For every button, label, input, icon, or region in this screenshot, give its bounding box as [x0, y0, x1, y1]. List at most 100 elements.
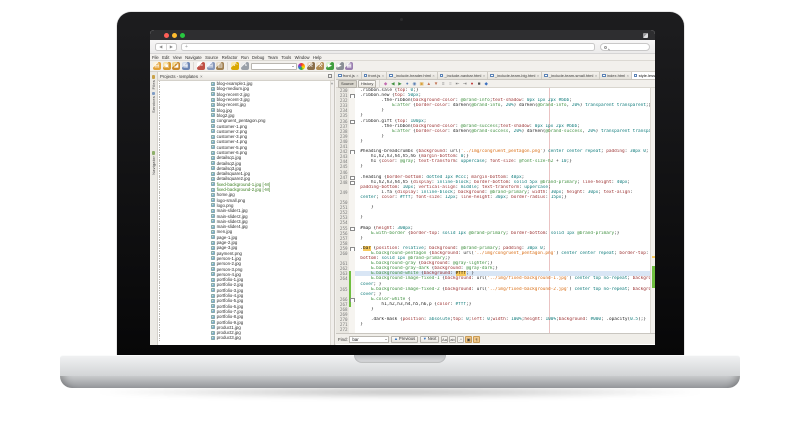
vcs-mark: [652, 266, 655, 288]
view-button-source[interactable]: Source: [338, 80, 357, 88]
close-tab-icon[interactable]: ×: [483, 73, 485, 78]
tree-item-label: person-1.jpg: [217, 256, 241, 261]
editor-tab-bar: front.js×front.js×_include-header.html×_…: [336, 72, 655, 80]
uncomment-icon[interactable]: ≡: [447, 81, 453, 87]
project-config-combobox[interactable]: [251, 63, 297, 70]
indent-right-icon[interactable]: ⇥: [462, 81, 468, 87]
start-macro-icon[interactable]: ●: [469, 81, 475, 87]
menu-tools[interactable]: Tools: [281, 55, 291, 60]
image-file-icon: [211, 135, 215, 139]
file-icon: [440, 74, 444, 78]
undo-icon[interactable]: ↶: [231, 62, 239, 70]
image-file-icon: [211, 82, 215, 86]
close-panel-icon[interactable]: ×: [200, 74, 203, 79]
view-button-history[interactable]: History: [358, 80, 376, 88]
find-option-toggle[interactable]: Aa: [441, 336, 448, 343]
find-option-toggle[interactable]: ¶: [473, 336, 480, 343]
back-button[interactable]: ◀: [156, 44, 167, 50]
open-project-icon[interactable]: ◪: [172, 62, 180, 70]
menu-edit[interactable]: Edit: [162, 55, 169, 60]
menu-refactor[interactable]: Refactor: [222, 55, 238, 60]
menu-run[interactable]: Run: [241, 55, 249, 60]
tree-item[interactable]: product3.jpg: [159, 335, 331, 340]
dock-tab-services[interactable]: Services: [150, 92, 157, 113]
build-project-icon[interactable]: ⚒: [307, 62, 315, 70]
image-file-icon: [211, 108, 215, 112]
back-icon[interactable]: ◀: [390, 81, 396, 87]
zoom-window-button[interactable]: [180, 33, 185, 38]
dock-tab-navigator[interactable]: Navigator: [150, 151, 157, 174]
forward-icon[interactable]: ▶: [397, 81, 403, 87]
code-area[interactable]: 230 .ribbon.sale {top: 0;}231 .ribbon.ne…: [336, 88, 655, 333]
last-edit-icon[interactable]: ◆: [383, 81, 389, 87]
close-window-button[interactable]: [164, 33, 169, 38]
menu-debug[interactable]: Debug: [252, 55, 264, 60]
scroll-up-icon[interactable]: [331, 81, 333, 84]
tree-scrollbar[interactable]: [330, 81, 335, 345]
previous-occurrence-icon[interactable]: ▲: [426, 81, 432, 87]
browser-toolbar: ◀ ▶ +: [150, 40, 655, 54]
editor-tab[interactable]: _include-navbar.html×: [438, 72, 488, 79]
paste-icon[interactable]: ▥: [216, 62, 224, 70]
editor-tab[interactable]: _include-team-big.html×: [488, 72, 542, 79]
find-query-combobox[interactable]: bar: [349, 336, 389, 343]
find-next-button[interactable]: ▼ Next: [420, 336, 440, 343]
menu-source[interactable]: Source: [205, 55, 218, 60]
close-tab-icon[interactable]: ×: [537, 73, 539, 78]
close-tab-icon[interactable]: ×: [356, 73, 358, 78]
workspace: FilesServicesNavigator Projects - templa…: [150, 72, 655, 345]
next-occurrence-icon[interactable]: ▼: [433, 81, 439, 87]
image-file-icon: [211, 177, 215, 181]
minimize-panel-icon[interactable]: [328, 74, 332, 78]
tree-item-label: person-3.png: [217, 267, 243, 272]
address-bar[interactable]: +: [181, 43, 595, 51]
profile-project-icon[interactable]: ▦: [345, 62, 353, 70]
close-tab-icon[interactable]: ×: [595, 73, 597, 78]
editor-tab[interactable]: front.js×: [362, 72, 388, 79]
tree-item-label: men.jpg: [217, 229, 233, 234]
find-previous-button[interactable]: ▲ Previous: [391, 336, 418, 343]
menu-help[interactable]: Help: [313, 55, 322, 60]
indent-left-icon[interactable]: ⇤: [455, 81, 461, 87]
search-field[interactable]: [600, 43, 650, 51]
up-arrow-icon: ▲: [394, 336, 398, 342]
editor-tab[interactable]: index.html×: [600, 72, 632, 79]
save-all-icon[interactable]: ▦: [182, 62, 190, 70]
forward-button[interactable]: ▶: [167, 44, 177, 50]
run-config-icon[interactable]: [298, 63, 305, 70]
new-file-icon[interactable]: ▤: [153, 62, 161, 70]
stop-macro-icon[interactable]: ■: [476, 81, 482, 87]
new-project-icon[interactable]: ▣: [163, 62, 171, 70]
cut-icon[interactable]: ✂: [197, 62, 205, 70]
bookmark-icon[interactable]: ◆: [483, 81, 489, 87]
redo-icon[interactable]: ↷: [241, 62, 249, 70]
project-file-tree[interactable]: blog-example1.jpgblog-medium.jpgblog-rec…: [158, 81, 331, 345]
menu-file[interactable]: File: [152, 55, 159, 60]
find-option-toggle[interactable]: ▣: [465, 336, 472, 343]
find-option-toggle[interactable]: ab: [449, 336, 456, 343]
debug-project-icon[interactable]: ▶: [336, 62, 344, 70]
image-file-icon: [211, 87, 215, 91]
find-option-toggle[interactable]: .*: [457, 336, 464, 343]
menu-team[interactable]: Team: [268, 55, 278, 60]
highlight-icon[interactable]: ▣: [419, 81, 425, 87]
find-selection-icon[interactable]: ◉: [411, 81, 417, 87]
editor-tab[interactable]: style.less×: [632, 72, 655, 79]
editor-tab[interactable]: front.js×: [336, 72, 362, 79]
close-tab-icon[interactable]: ×: [432, 73, 434, 78]
menu-view[interactable]: View: [173, 55, 182, 60]
clean-build-icon[interactable]: ⚒: [316, 62, 324, 70]
copy-icon[interactable]: ▤: [207, 62, 215, 70]
close-tab-icon[interactable]: ×: [627, 73, 629, 78]
dock-tab-files[interactable]: Files: [150, 75, 157, 89]
run-project-icon[interactable]: ▶: [326, 62, 334, 70]
editor-tab-label: index.html: [607, 73, 625, 78]
comment-icon[interactable]: ≡: [440, 81, 446, 87]
editor-tab[interactable]: _include-header.html×: [387, 72, 438, 79]
close-tab-icon[interactable]: ×: [382, 73, 384, 78]
menu-window[interactable]: Window: [295, 55, 310, 60]
find-icon[interactable]: ●: [404, 81, 410, 87]
minimize-window-button[interactable]: [172, 33, 177, 38]
editor-tab[interactable]: _include-team-small.html×: [542, 72, 600, 79]
menu-navigate[interactable]: Navigate: [185, 55, 202, 60]
